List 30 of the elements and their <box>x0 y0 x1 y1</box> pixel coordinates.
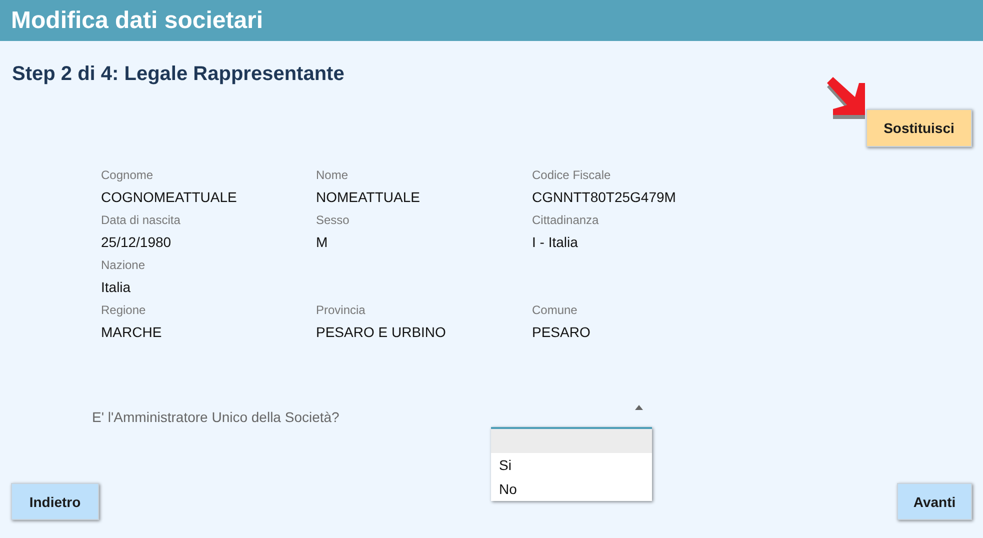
field-label: Regione <box>101 302 146 318</box>
field-label: Cognome <box>101 167 154 183</box>
back-button[interactable]: Indietro <box>11 483 99 520</box>
field-value: MARCHE <box>101 323 162 341</box>
field-label: Cittadinanza <box>532 212 599 228</box>
arrow-icon <box>825 77 867 119</box>
step-title: Step 2 di 4: Legale Rappresentante <box>12 63 344 86</box>
dropdown-option[interactable]: Si <box>491 453 652 477</box>
field-label: Nazione <box>101 257 146 273</box>
field-value: I - Italia <box>532 233 578 251</box>
field-value: 25/12/1980 <box>101 233 172 251</box>
question-label: E' l'Amministratore Unico della Società? <box>92 409 340 425</box>
field-value: NOMEATTUALE <box>316 188 420 206</box>
field-value: Italia <box>101 278 131 296</box>
caret-icon[interactable] <box>635 405 643 410</box>
replace-button[interactable]: Sostituisci <box>866 109 972 147</box>
next-button[interactable]: Avanti <box>897 483 972 520</box>
field-value: M <box>316 233 328 251</box>
dropdown-option[interactable]: No <box>491 477 652 501</box>
field-label: Data di nascita <box>101 212 180 228</box>
field-value: PESARO <box>532 323 590 341</box>
window-title: Modifica dati societari <box>11 6 264 34</box>
field-label: Provincia <box>316 302 366 318</box>
field-value: PESARO E URBINO <box>316 323 446 341</box>
field-label: Comune <box>532 302 578 318</box>
field-value: CGNNTT80T25G479M <box>532 188 676 206</box>
field-label: Nome <box>316 167 348 183</box>
field-label: Sesso <box>316 212 350 228</box>
field-value: COGNOMEATTUALE <box>101 188 237 206</box>
field-label: Codice Fiscale <box>532 167 611 183</box>
